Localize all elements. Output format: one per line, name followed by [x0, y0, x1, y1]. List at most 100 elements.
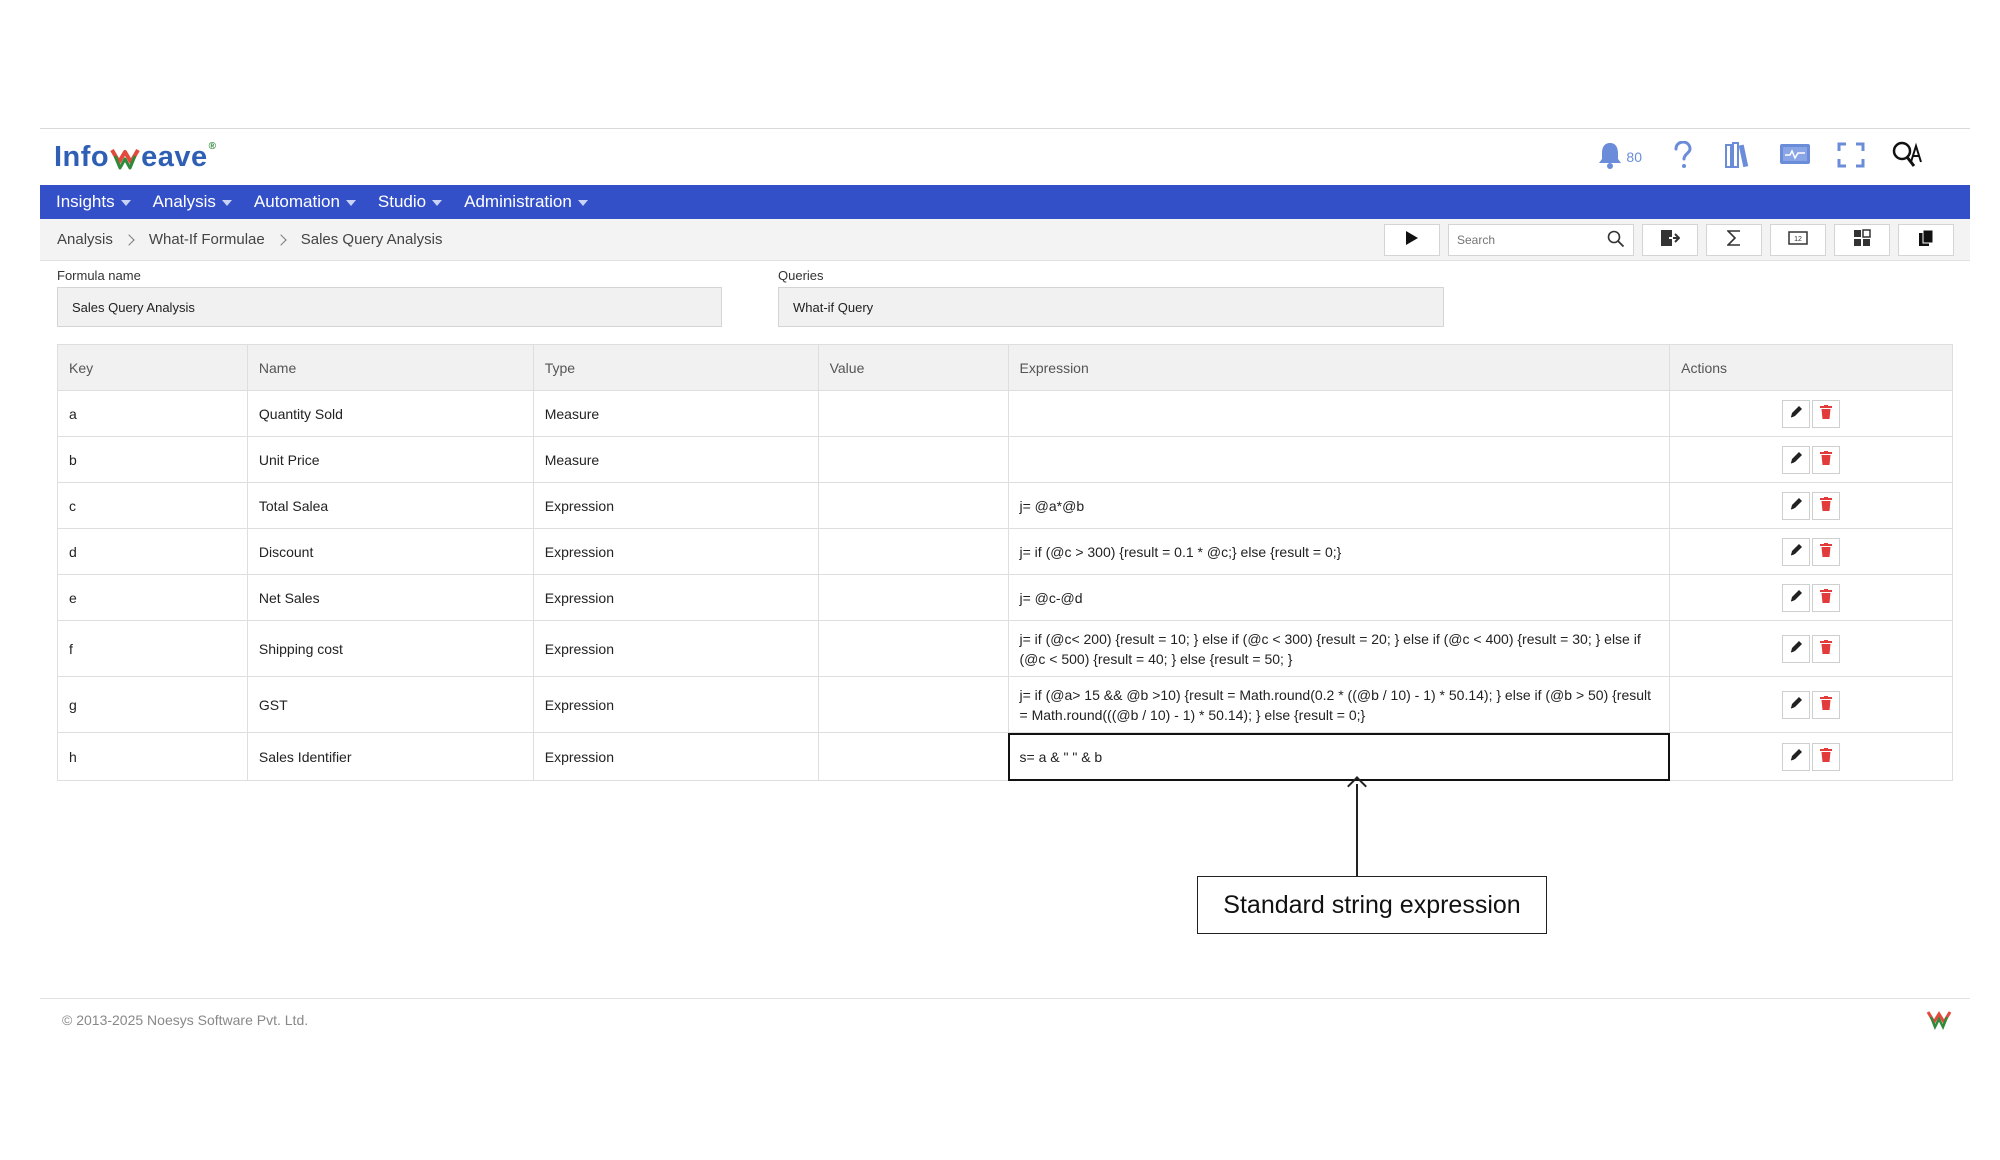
table-row: d Discount Expression j= if (@c > 300) {res… [57, 528, 1953, 575]
nav-insights[interactable]: Insights [56, 192, 131, 212]
cell-type: Expression [532, 528, 819, 575]
monitor-button[interactable] [1780, 142, 1810, 172]
cell-actions [1669, 528, 1953, 575]
search-icon [1607, 230, 1625, 251]
pencil-icon [1789, 496, 1803, 516]
delete-button[interactable] [1812, 634, 1841, 663]
pencil-icon [1789, 695, 1803, 715]
cell-value [817, 390, 1009, 437]
copyright-text: © 2013-2025 Noesys Software Pvt. Ltd. [62, 1012, 309, 1028]
logo-text-left: Info [54, 141, 110, 173]
delete-button[interactable] [1812, 491, 1841, 520]
delete-button[interactable] [1812, 399, 1841, 428]
row-actions [1681, 445, 1941, 474]
cell-key: g [57, 676, 248, 733]
fullscreen-button[interactable] [1836, 142, 1866, 172]
table-row: e Net Sales Expression j= @c-@d [57, 574, 1953, 621]
nav-automation[interactable]: Automation [254, 192, 356, 212]
nav-administration[interactable]: Administration [464, 192, 588, 212]
delete-button[interactable] [1812, 445, 1841, 474]
cell-actions [1669, 574, 1953, 621]
edit-button[interactable] [1782, 583, 1811, 612]
cell-type: Measure [532, 390, 819, 437]
cell-value [817, 676, 1009, 733]
breadcrumb-what-if-formulae[interactable]: What-If Formulae [149, 231, 265, 248]
cell-expression: j= if (@a> 15 && @b >10) {result = Math.… [1007, 676, 1671, 733]
trash-icon [1820, 496, 1833, 516]
help-button[interactable] [1668, 139, 1698, 174]
edit-button[interactable] [1782, 690, 1811, 719]
layout-button[interactable] [1834, 224, 1890, 256]
header-type: Type [532, 344, 819, 391]
cell-actions [1669, 436, 1953, 483]
nav-analysis[interactable]: Analysis [153, 192, 232, 212]
trash-icon [1820, 639, 1833, 659]
cell-expression: s= a & " " & b [1007, 732, 1671, 781]
notifications-count: 80 [1626, 149, 1642, 165]
footer-divider [40, 998, 1970, 999]
header-expression: Expression [1007, 344, 1671, 391]
logo[interactable]: Info eave ® [54, 141, 217, 174]
formula-name-label: Formula name [57, 268, 141, 283]
cell-type: Expression [532, 574, 819, 621]
run-button[interactable] [1384, 224, 1440, 256]
cell-value [817, 436, 1009, 483]
cell-value [817, 620, 1009, 677]
delete-button[interactable] [1812, 690, 1841, 719]
cell-type: Expression [532, 482, 819, 529]
edit-button[interactable] [1782, 537, 1811, 566]
row-actions [1681, 491, 1941, 520]
edit-button[interactable] [1782, 634, 1811, 663]
nav-studio[interactable]: Studio [378, 192, 443, 212]
cell-expression [1007, 436, 1671, 483]
formula-name-field[interactable]: Sales Query Analysis [57, 287, 722, 327]
main-nav: Insights Analysis Automation Studio Admi… [40, 185, 1970, 219]
cell-actions [1669, 620, 1953, 677]
breadcrumb: Analysis What-If Formulae Sales Query An… [57, 231, 442, 248]
pencil-icon [1789, 747, 1803, 767]
notifications-button[interactable]: 80 [1597, 141, 1642, 174]
qa-button[interactable] [1892, 141, 1922, 172]
sum-button[interactable] [1706, 224, 1762, 256]
trash-icon [1820, 542, 1833, 562]
table-row: c Total Salea Expression j= @a*@b [57, 482, 1953, 529]
header-name: Name [246, 344, 534, 391]
delete-button[interactable] [1812, 537, 1841, 566]
search-box[interactable] [1448, 224, 1634, 256]
cell-key: h [57, 732, 248, 781]
question-icon [1673, 139, 1693, 174]
breadcrumb-analysis[interactable]: Analysis [57, 231, 113, 248]
edit-button[interactable] [1782, 742, 1811, 771]
trash-icon [1820, 404, 1833, 424]
cell-actions [1669, 482, 1953, 529]
cell-actions [1669, 676, 1953, 733]
caret-down-icon [345, 200, 356, 206]
cell-value [817, 482, 1009, 529]
table-header-row: Key Name Type Value Expression Actions [57, 344, 1953, 391]
weave-logo-small-icon [1926, 1006, 1952, 1032]
copy-button[interactable] [1898, 224, 1954, 256]
delete-button[interactable] [1812, 742, 1841, 771]
search-input[interactable] [1457, 233, 1597, 247]
queries-field[interactable]: What-if Query [778, 287, 1444, 327]
cell-name: Shipping cost [246, 620, 534, 677]
table-row: h Sales Identifier Expression s= a & " " & … [57, 732, 1953, 781]
library-button[interactable] [1724, 141, 1754, 172]
cell-name: Total Salea [246, 482, 534, 529]
edit-button[interactable] [1782, 399, 1811, 428]
row-actions [1681, 537, 1941, 566]
row-actions [1681, 634, 1941, 663]
delete-button[interactable] [1812, 583, 1841, 612]
cell-expression: j= @a*@b [1007, 482, 1671, 529]
cell-type: Expression [532, 732, 819, 781]
export-button[interactable] [1642, 224, 1698, 256]
cell-expression: j= @c-@d [1007, 574, 1671, 621]
cell-name: Net Sales [246, 574, 534, 621]
number-format-button[interactable]: 12 [1770, 224, 1826, 256]
copy-icon [1918, 229, 1934, 252]
cell-key: c [57, 482, 248, 529]
edit-button[interactable] [1782, 491, 1811, 520]
edit-button[interactable] [1782, 445, 1811, 474]
breadcrumb-bar: Analysis What-If Formulae Sales Query An… [40, 219, 1970, 261]
cell-name: Quantity Sold [246, 390, 534, 437]
